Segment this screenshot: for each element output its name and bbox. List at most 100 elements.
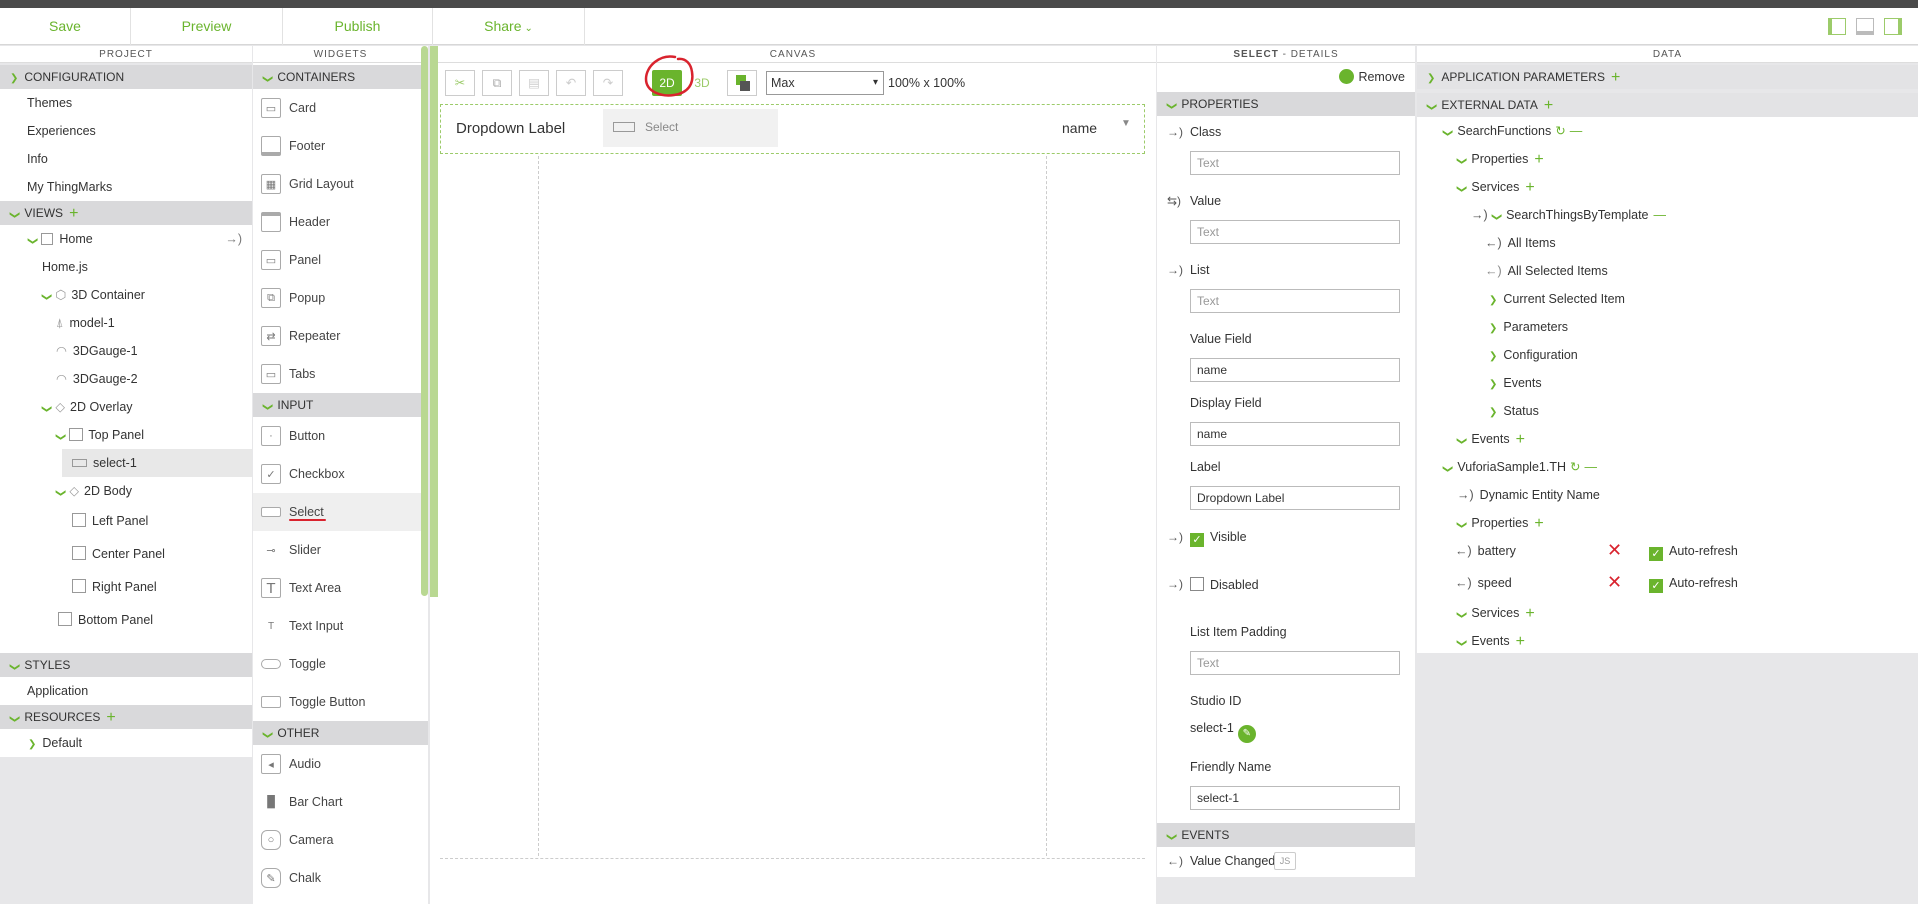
add-service-icon[interactable]: +	[1525, 605, 1534, 622]
layers-toggle-icon[interactable]	[727, 70, 757, 96]
tree-events[interactable]: ❯ Events	[1489, 369, 1542, 397]
tree-searchfunctions[interactable]: ❯ SearchFunctions ↻ —	[1442, 117, 1583, 145]
tree-battery[interactable]: ←) battery	[1455, 537, 1516, 565]
refresh-icon[interactable]: ↻	[1570, 460, 1580, 474]
widget-button[interactable]: · Button	[253, 417, 428, 455]
tree-sf-services[interactable]: ❯ Services +	[1456, 173, 1534, 201]
tree-item-homejs[interactable]: Home.js	[0, 253, 252, 281]
add-event-icon[interactable]: +	[1516, 633, 1525, 650]
binding-out-icon[interactable]: ←)	[1455, 576, 1472, 590]
section-views[interactable]: ❯ VIEWS +	[0, 201, 252, 225]
tree-item-left-panel[interactable]: Left Panel	[0, 505, 252, 538]
widget-panel[interactable]: ▭ Panel	[253, 241, 428, 279]
preview-button[interactable]: Preview	[131, 8, 283, 45]
add-data-icon[interactable]: +	[1544, 97, 1553, 114]
binding-out-icon[interactable]: ←)	[1455, 544, 1472, 558]
layout-bottom-panel-icon[interactable]	[1856, 18, 1874, 35]
widget-text-area[interactable]: T Text Area	[253, 569, 428, 607]
widget-tabs[interactable]: ▭ Tabs	[253, 355, 428, 393]
tree-configuration[interactable]: ❯ Configuration	[1489, 341, 1578, 369]
section-properties[interactable]: ❯ PROPERTIES	[1157, 92, 1415, 116]
tree-item-3d-container[interactable]: ❯ ⬡ 3D Container	[0, 281, 252, 309]
binding-in-icon[interactable]: →)	[1457, 488, 1474, 502]
tree-item-thingmarks[interactable]: My ThingMarks	[0, 173, 252, 201]
add-service-icon[interactable]: +	[1525, 179, 1534, 196]
select-dropdown-arrow-icon[interactable]: ▼	[1121, 118, 1131, 129]
cut-icon[interactable]: ✂	[445, 70, 475, 96]
list-input[interactable]: Text	[1190, 289, 1400, 313]
binding-in-icon[interactable]: →)	[1167, 125, 1183, 139]
tree-all-selected[interactable]: ←) All Selected Items	[1485, 257, 1608, 285]
tree-item-experiences[interactable]: Experiences	[0, 117, 252, 145]
refresh-icon[interactable]: ↻	[1555, 124, 1565, 138]
section-external-data[interactable]: ❯ EXTERNAL DATA +	[1417, 93, 1918, 117]
tree-item-top-panel[interactable]: ❯ Top Panel	[0, 421, 252, 449]
battery-autorefresh[interactable]: ✓ Auto-refresh	[1649, 537, 1738, 565]
tree-vuforia[interactable]: ❯ VuforiaSample1.TH ↻ —	[1442, 453, 1598, 481]
canvas-size-select[interactable]: Max ▾	[766, 71, 884, 95]
display-field-input[interactable]: name	[1190, 422, 1400, 446]
disabled-checkbox[interactable]: Disabled	[1190, 577, 1259, 592]
remove-icon[interactable]: —	[1570, 124, 1583, 138]
widget-camera[interactable]: ○ Camera	[253, 821, 428, 859]
redo-icon[interactable]: ↷	[593, 70, 623, 96]
tree-v-properties[interactable]: ❯ Properties +	[1456, 509, 1544, 537]
tree-item-2d-overlay[interactable]: ❯ ◇ 2D Overlay	[0, 393, 252, 421]
list-item-padding-input[interactable]: Text	[1190, 651, 1400, 675]
tree-current-selected[interactable]: ❯ Current Selected Item	[1489, 285, 1625, 313]
value-field-input[interactable]: name	[1190, 358, 1400, 382]
close-icon[interactable]: ✕	[1607, 572, 1622, 593]
widget-audio[interactable]: ◂ Audio	[253, 745, 428, 783]
add-property-icon[interactable]: +	[1534, 151, 1543, 168]
layout-right-panel-icon[interactable]	[1884, 18, 1902, 35]
js-badge[interactable]: JS	[1274, 852, 1296, 870]
tree-item-center-panel[interactable]: Center Panel	[0, 538, 252, 571]
publish-button[interactable]: Publish	[283, 8, 433, 45]
tree-all-items[interactable]: ←) All Items	[1485, 229, 1556, 257]
add-event-icon[interactable]: +	[1516, 431, 1525, 448]
section-events[interactable]: ❯ EVENTS	[1157, 823, 1415, 847]
binding-in-icon[interactable]: →)	[1167, 577, 1183, 591]
remove-icon[interactable]: —	[1585, 460, 1598, 474]
widget-toggle[interactable]: Toggle	[253, 645, 428, 683]
friendly-name-input[interactable]: select-1	[1190, 786, 1400, 810]
binding-both-icon[interactable]: ⇆)	[1167, 194, 1181, 208]
tree-status[interactable]: ❯ Status	[1489, 397, 1539, 425]
tree-item-application[interactable]: Application	[0, 677, 252, 705]
section-app-params[interactable]: ❯ APPLICATION PARAMETERS +	[1417, 65, 1918, 89]
remove-button[interactable]: Remove	[1339, 69, 1405, 84]
widget-footer[interactable]: Footer	[253, 127, 428, 165]
tree-searchthings[interactable]: →) ❯ SearchThingsByTemplate —	[1471, 201, 1666, 229]
tree-dynamic-entity[interactable]: →) Dynamic Entity Name	[1457, 481, 1600, 509]
section-configuration[interactable]: ❯ CONFIGURATION	[0, 65, 252, 89]
visible-checkbox[interactable]: ✓ Visible	[1190, 530, 1247, 547]
add-view-icon[interactable]: +	[69, 205, 78, 222]
remove-icon[interactable]: —	[1654, 208, 1667, 222]
select-widget[interactable]: Select	[603, 109, 778, 147]
mode-3d-button[interactable]: 3D	[687, 70, 717, 96]
tree-speed[interactable]: ←) speed	[1455, 569, 1512, 597]
section-containers[interactable]: ❯ CONTAINERS	[253, 65, 428, 89]
value-input[interactable]: Text	[1190, 220, 1400, 244]
undo-icon[interactable]: ↶	[556, 70, 586, 96]
layout-left-panel-icon[interactable]	[1828, 18, 1846, 35]
section-resources[interactable]: ❯ RESOURCES +	[0, 705, 252, 729]
paste-icon[interactable]: ▤	[519, 70, 549, 96]
widgets-scrollbar[interactable]	[421, 46, 428, 596]
binding-in-icon[interactable]: →)	[1167, 263, 1183, 277]
section-input[interactable]: ❯ INPUT	[253, 393, 428, 417]
section-other[interactable]: ❯ OTHER	[253, 721, 428, 745]
widget-text-input[interactable]: T Text Input	[253, 607, 428, 645]
widget-slider[interactable]: ⊸ Slider	[253, 531, 428, 569]
section-styles[interactable]: ❯ STYLES	[0, 653, 252, 677]
tree-item-themes[interactable]: Themes	[0, 89, 252, 117]
widget-chalk[interactable]: ✎ Chalk	[253, 859, 428, 897]
tree-item-home[interactable]: ❯ Home →)	[0, 225, 252, 253]
save-button[interactable]: Save	[0, 8, 131, 45]
widget-checkbox[interactable]: ✓ Checkbox	[253, 455, 428, 493]
widget-select[interactable]: Select	[253, 493, 428, 531]
tree-item-default[interactable]: ❯ Default	[0, 729, 252, 757]
binding-in-icon[interactable]: →)	[1167, 530, 1183, 544]
tree-item-gauge1[interactable]: ◠ 3DGauge-1	[0, 337, 252, 365]
copy-icon[interactable]: ⧉	[482, 70, 512, 96]
